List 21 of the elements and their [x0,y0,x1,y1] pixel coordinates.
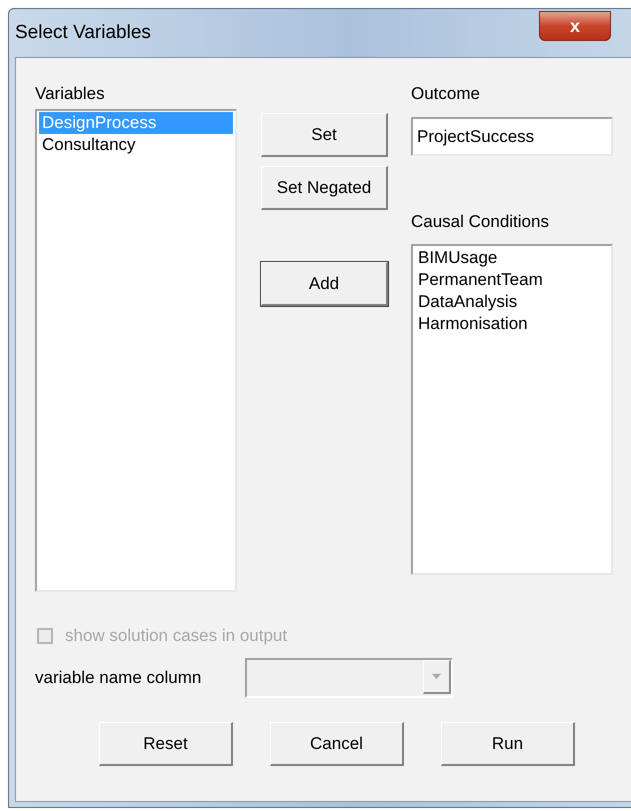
variables-label: Variables [35,84,106,104]
dialog-button[interactable]: Run [441,722,575,766]
close-button[interactable]: x [539,11,611,41]
checkbox-label: show solution cases in output [65,626,288,646]
list-item[interactable]: Harmonisation [415,313,609,335]
list-item[interactable]: PermanentTeam [415,269,609,291]
causal-conditions-list[interactable]: BIMUsage PermanentTeam DataAnalysis Harmonisation [411,244,613,575]
action-button[interactable]: Add [261,262,388,306]
window-title: Select Variables [15,22,151,44]
list-item[interactable]: Consultancy [39,134,233,156]
variables-list[interactable]: DesignProcess Consultancy [35,109,237,592]
outcome-field[interactable]: ProjectSuccess [411,117,613,156]
causal-conditions-label: Causal Conditions [411,212,549,232]
variable-name-column-label: variable name column [35,668,202,688]
list-item[interactable]: DataAnalysis [415,291,609,313]
dialog-button[interactable]: Reset [99,722,233,766]
list-item[interactable]: BIMUsage [415,247,609,269]
dialog-button[interactable]: Cancel [270,722,404,766]
action-button[interactable]: Set [261,113,388,157]
outcome-label: Outcome [411,84,481,104]
action-button[interactable]: Set Negated [261,166,388,210]
